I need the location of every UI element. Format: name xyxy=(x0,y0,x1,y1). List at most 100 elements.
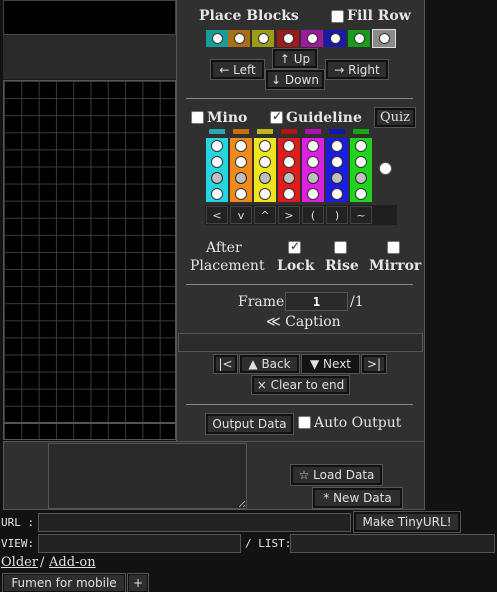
mino-cell[interactable] xyxy=(230,170,252,186)
mino-cell[interactable] xyxy=(350,138,372,154)
first-frame-button[interactable]: |< xyxy=(213,354,238,374)
mino-checkbox[interactable] xyxy=(191,111,204,124)
color-swatch-s[interactable] xyxy=(348,30,370,47)
mino-cell[interactable] xyxy=(230,186,252,202)
color-swatch-z[interactable] xyxy=(277,30,299,47)
mino-dot-icon xyxy=(283,140,295,152)
add-button[interactable]: + xyxy=(127,573,149,592)
mirror-checkbox[interactable] xyxy=(387,241,400,254)
right-button[interactable]: → Right xyxy=(325,59,389,80)
caption-input[interactable] xyxy=(178,333,423,352)
mino-key-1[interactable]: v xyxy=(230,206,252,224)
url-input[interactable] xyxy=(38,513,351,532)
mino-key-0[interactable]: < xyxy=(206,206,228,224)
fill-row-checkbox[interactable] xyxy=(331,10,344,23)
addon-link[interactable]: Add-on xyxy=(49,555,96,570)
swatch-dot-icon xyxy=(353,33,365,44)
mino-cell[interactable] xyxy=(254,170,276,186)
mino-key-4[interactable]: ( xyxy=(302,206,324,224)
mino-cell[interactable] xyxy=(302,154,324,170)
down-button[interactable]: ↓ Down xyxy=(265,69,325,90)
quiz-button[interactable]: Quiz xyxy=(374,107,416,128)
swatch-dot-icon xyxy=(378,33,390,44)
mino-cell[interactable] xyxy=(278,170,300,186)
mino-cell[interactable] xyxy=(254,138,276,154)
divider xyxy=(186,404,413,405)
playfield-grid[interactable] xyxy=(3,80,176,423)
mino-dot-icon xyxy=(355,140,367,152)
mino-cell[interactable] xyxy=(278,186,300,202)
caption-toggle[interactable]: ≪ Caption xyxy=(266,314,341,330)
swatch-dot-icon xyxy=(233,33,245,44)
list-input[interactable] xyxy=(290,534,495,553)
mino-key-3[interactable]: > xyxy=(278,206,300,224)
mino-dot-icon xyxy=(283,188,295,200)
mino-dot-icon xyxy=(211,188,223,200)
data-textarea[interactable] xyxy=(48,443,247,509)
up-button[interactable]: ↑ Up xyxy=(272,48,318,69)
mino-cell[interactable] xyxy=(326,154,348,170)
mino-cell[interactable] xyxy=(302,138,324,154)
new-data-button[interactable]: * New Data xyxy=(312,487,403,509)
mino-cell[interactable] xyxy=(278,138,300,154)
mino-cell[interactable] xyxy=(326,186,348,202)
rise-checkbox[interactable] xyxy=(334,241,347,254)
load-data-button[interactable]: ☆ Load Data xyxy=(290,464,383,486)
mino-cell[interactable] xyxy=(350,154,372,170)
mino-dot-icon xyxy=(307,156,319,168)
output-data-button[interactable]: Output Data xyxy=(205,413,294,435)
field-spawn-zone[interactable] xyxy=(3,35,176,79)
clear-to-end-button[interactable]: × Clear to end xyxy=(251,375,350,395)
mino-cell[interactable] xyxy=(302,170,324,186)
mino-cell[interactable] xyxy=(230,154,252,170)
mino-cap-o xyxy=(257,129,273,134)
color-swatch-gray[interactable] xyxy=(372,29,396,48)
mino-dot-icon xyxy=(235,156,247,168)
mino-cell[interactable] xyxy=(326,170,348,186)
color-swatch-t[interactable] xyxy=(301,30,323,47)
make-tinyurl-button[interactable]: Make TinyURL! xyxy=(353,511,461,533)
guideline-checkbox[interactable] xyxy=(270,109,283,124)
mino-key-6[interactable]: ~ xyxy=(350,206,372,224)
mino-cell[interactable] xyxy=(206,170,228,186)
mino-dot-icon xyxy=(211,172,223,184)
garbage-row[interactable] xyxy=(3,423,176,440)
mino-cell[interactable] xyxy=(254,154,276,170)
mino-cell[interactable] xyxy=(206,186,228,202)
frame-input[interactable] xyxy=(285,292,348,311)
mino-column-i[interactable] xyxy=(206,138,228,202)
mino-cell[interactable] xyxy=(278,154,300,170)
lock-checkbox[interactable] xyxy=(288,239,301,254)
mino-key-2[interactable]: ^ xyxy=(254,206,276,224)
color-swatch-i[interactable] xyxy=(206,30,228,47)
next-button[interactable]: ▼ Next xyxy=(301,354,360,374)
color-swatch-o[interactable] xyxy=(252,30,274,47)
mino-cell[interactable] xyxy=(206,154,228,170)
mino-column-z[interactable] xyxy=(278,138,300,202)
mino-column-s[interactable] xyxy=(350,138,372,202)
mino-rotation-indicator[interactable] xyxy=(379,162,392,175)
view-input[interactable] xyxy=(38,534,241,553)
mino-cell[interactable] xyxy=(350,170,372,186)
mino-key-5[interactable]: ) xyxy=(326,206,348,224)
mino-column-j[interactable] xyxy=(326,138,348,202)
mino-cell[interactable] xyxy=(206,138,228,154)
last-frame-button[interactable]: >| xyxy=(361,354,387,374)
auto-output-checkbox[interactable] xyxy=(298,416,311,429)
mino-cell[interactable] xyxy=(302,186,324,202)
left-button[interactable]: ← Left xyxy=(210,59,265,80)
older-link[interactable]: Older xyxy=(1,555,38,570)
mino-column-o[interactable] xyxy=(254,138,276,202)
color-swatch-l[interactable] xyxy=(228,30,250,47)
mino-column-t[interactable] xyxy=(302,138,324,202)
color-swatch-j[interactable] xyxy=(324,30,346,47)
mino-cell[interactable] xyxy=(326,138,348,154)
mino-column-l[interactable] xyxy=(230,138,252,202)
mino-cell[interactable] xyxy=(230,138,252,154)
fumen-mobile-button[interactable]: Fumen for mobile xyxy=(2,573,126,592)
swatch-dot-icon xyxy=(329,33,341,44)
mino-cap-l xyxy=(233,129,249,134)
back-button[interactable]: ▲ Back xyxy=(239,354,300,374)
mino-cell[interactable] xyxy=(254,186,276,202)
mino-cell[interactable] xyxy=(350,186,372,202)
